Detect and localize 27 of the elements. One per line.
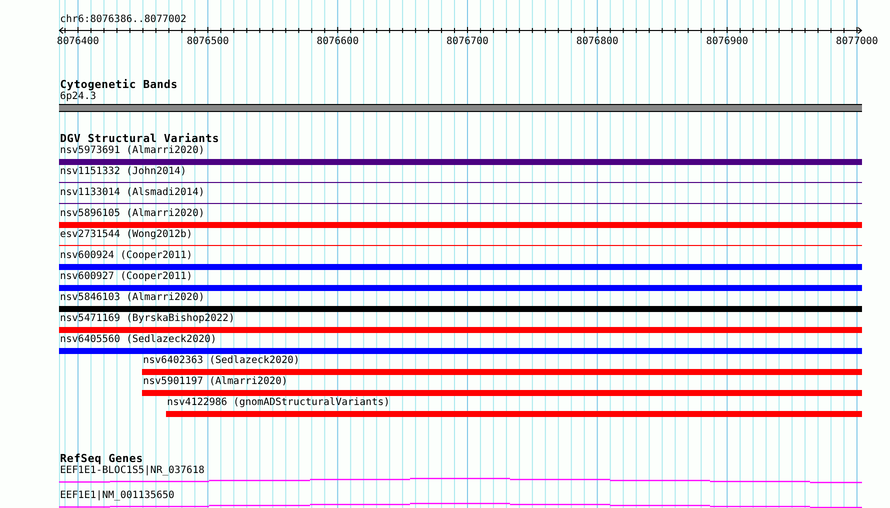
variant-label: nsv1133014 (Alsmadi2014) [59, 187, 204, 199]
ruler-tick-label: 8076700 [446, 36, 489, 47]
variant-label: nsv6402363 (Sedlazeck2020) [142, 355, 300, 367]
variant-label: nsv4122986 (gnomADStructuralVariants) [166, 397, 390, 409]
ruler-tick-label: 8076800 [576, 36, 618, 47]
ruler-tick-label: 8076900 [706, 36, 748, 47]
variant-label: nsv5896105 (Almarri2020) [59, 208, 204, 220]
ruler-tick-label: 8076500 [186, 36, 229, 47]
ruler-tick-label: 8076400 [56, 36, 100, 47]
location-label: chr6:8076386..8077002 [59, 14, 186, 26]
ruler-tick-label: 8077000 [836, 36, 878, 47]
variant-label: nsv5973691 (Almarri2020) [59, 145, 204, 157]
variant-label: nsv5846103 (Almarri2020) [59, 292, 204, 304]
variant-label: nsv6405560 (Sedlazeck2020) [59, 334, 217, 346]
variant-label: nsv1151332 (John2014) [59, 166, 186, 178]
band-label: 6p24.3 [59, 91, 96, 103]
variant-label: esv2731544 (Wong2012b) [59, 229, 192, 241]
track-title: Cytogenetic Bands [59, 79, 178, 91]
variant-label: nsv5901197 (Almarri2020) [142, 376, 288, 388]
variant-label: nsv600924 (Cooper2011) [59, 250, 192, 262]
variant-label: nsv600927 (Cooper2011) [59, 271, 192, 283]
track-title: DGV Structural Variants [59, 133, 220, 145]
gene-label: EEF1E1|NM_001135650 [59, 490, 174, 502]
gene-label: EEF1E1-BLOC1S5|NR_037618 [59, 465, 204, 477]
variant-label: nsv5471169 (ByrskaBishop2022) [59, 313, 235, 325]
track-title: RefSeq Genes [59, 453, 144, 465]
ruler-tick-label: 8076600 [316, 36, 359, 47]
